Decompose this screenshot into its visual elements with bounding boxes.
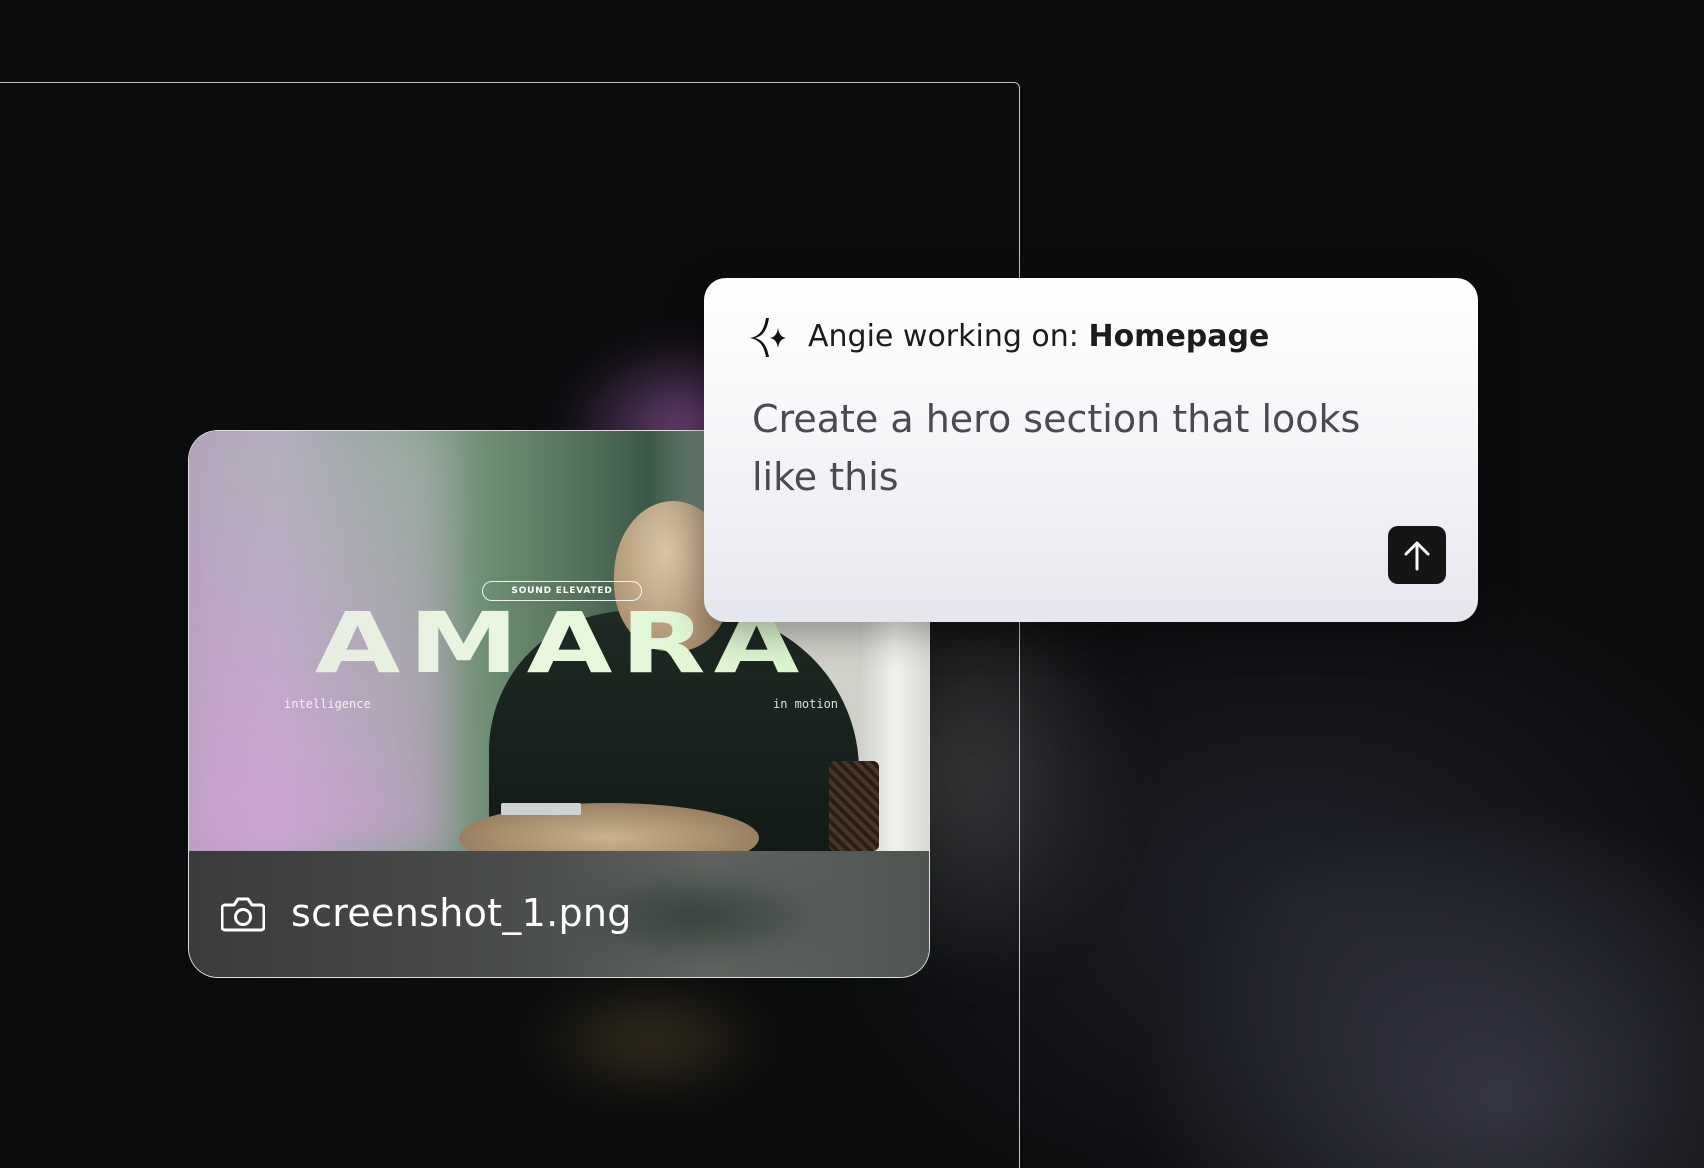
preview-chair	[829, 761, 879, 851]
camera-icon	[221, 897, 265, 932]
attachment-file-name: screenshot_1.png	[291, 891, 632, 935]
preview-tag-right: in motion	[773, 697, 839, 711]
prompt-input[interactable]: Create a hero section that looks like th…	[752, 390, 1432, 506]
agent-status-prefix: Angie working on:	[808, 319, 1079, 354]
prompt-card: Angie working on: Homepage Create a hero…	[704, 278, 1478, 622]
preview-tag-left: intelligence	[284, 697, 371, 711]
arrow-up-icon	[1404, 541, 1430, 571]
agent-target-page: Homepage	[1088, 319, 1270, 354]
send-button[interactable]	[1388, 526, 1446, 584]
agent-status: Angie working on: Homepage	[808, 316, 1269, 358]
preview-laptop	[501, 803, 581, 815]
attachment-file-bar: screenshot_1.png	[189, 851, 929, 977]
canvas: SOUND ELEVATED AMARA intelligence in mot…	[0, 0, 1704, 1168]
sparkle-icon	[750, 318, 786, 357]
